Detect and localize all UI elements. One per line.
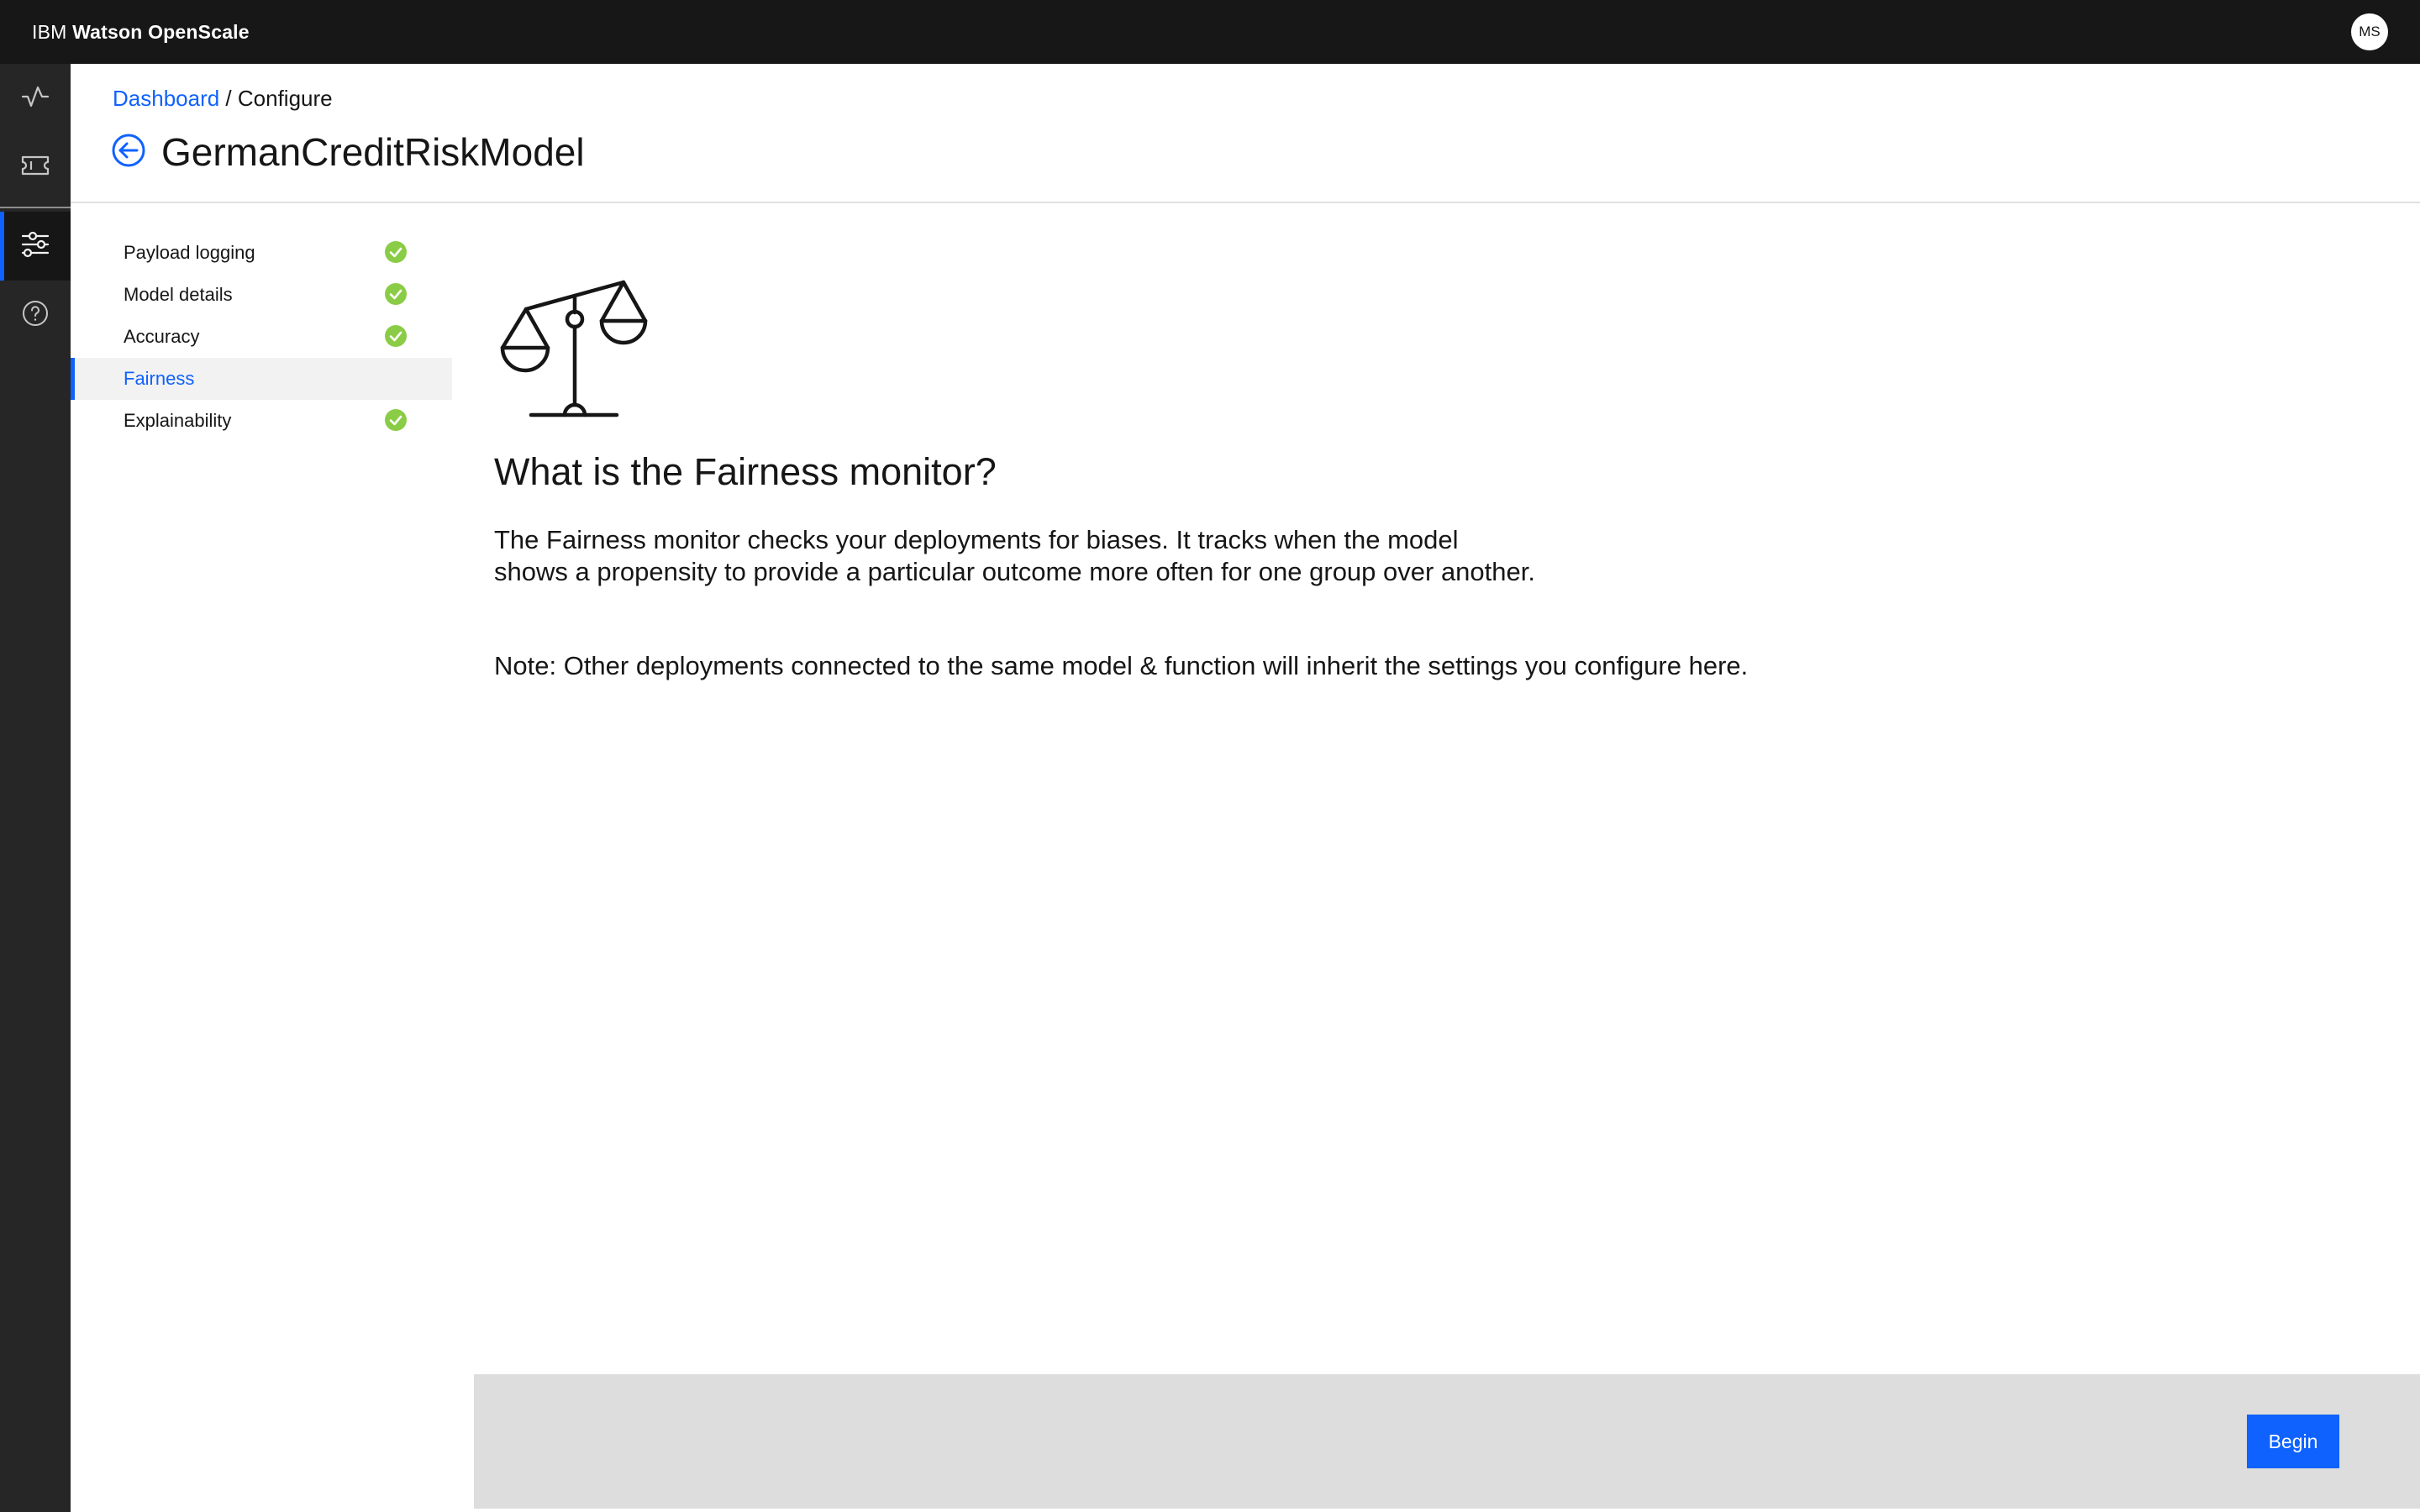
config-nav-label: Fairness <box>124 368 195 389</box>
header-divider <box>71 202 2420 203</box>
settings-adjust-icon <box>21 231 50 262</box>
breadcrumb-current: Configure <box>237 86 333 111</box>
brand-name: Watson OpenScale <box>72 20 250 43</box>
config-nav-label: Accuracy <box>124 326 200 347</box>
checkmark-filled-icon <box>385 325 407 352</box>
config-nav-item-model-details[interactable]: Model details <box>71 274 452 316</box>
section-heading: What is the Fairness monitor? <box>494 450 997 493</box>
rail-item-activity[interactable] <box>0 64 71 133</box>
rail-divider <box>0 207 71 208</box>
activity-icon <box>21 84 50 113</box>
arrow-left-icon[interactable] <box>111 133 146 172</box>
rail-item-help[interactable] <box>0 281 71 349</box>
top-header: IBM Watson OpenScale MS <box>0 0 2420 64</box>
help-icon <box>22 300 49 331</box>
config-nav-item-fairness[interactable]: Fairness <box>71 358 452 400</box>
scale-icon <box>497 277 657 424</box>
rail-item-ticket[interactable] <box>0 133 71 202</box>
section-description: The Fairness monitor checks your deploym… <box>494 525 1535 586</box>
checkmark-filled-icon <box>385 409 407 436</box>
breadcrumb: Dashboard / Configure <box>113 86 333 112</box>
config-nav: Payload logging Model details Accuracy F… <box>71 232 452 442</box>
user-avatar[interactable]: MS <box>2351 13 2388 50</box>
left-rail <box>0 64 71 1512</box>
breadcrumb-separator: / <box>219 86 238 111</box>
config-nav-item-payload-logging[interactable]: Payload logging <box>71 232 452 274</box>
breadcrumb-dashboard-link[interactable]: Dashboard <box>113 86 219 111</box>
config-nav-label: Payload logging <box>124 242 255 263</box>
begin-button[interactable]: Begin <box>2247 1415 2339 1468</box>
section-note: Note: Other deployments connected to the… <box>494 651 1749 680</box>
checkmark-filled-icon <box>385 283 407 310</box>
product-name[interactable]: IBM Watson OpenScale <box>32 21 250 44</box>
ticket-icon <box>21 155 50 181</box>
config-nav-label: Model details <box>124 284 233 305</box>
page-title-row: GermanCreditRiskModel <box>111 129 585 175</box>
action-footer: Begin <box>474 1374 2420 1509</box>
rail-item-configure[interactable] <box>0 212 71 281</box>
config-nav-item-accuracy[interactable]: Accuracy <box>71 316 452 358</box>
checkmark-filled-icon <box>385 241 407 268</box>
config-nav-label: Explainability <box>124 410 232 431</box>
brand-prefix: IBM <box>32 20 73 43</box>
page-title: GermanCreditRiskModel <box>161 130 585 174</box>
config-nav-item-explainability[interactable]: Explainability <box>71 400 452 442</box>
